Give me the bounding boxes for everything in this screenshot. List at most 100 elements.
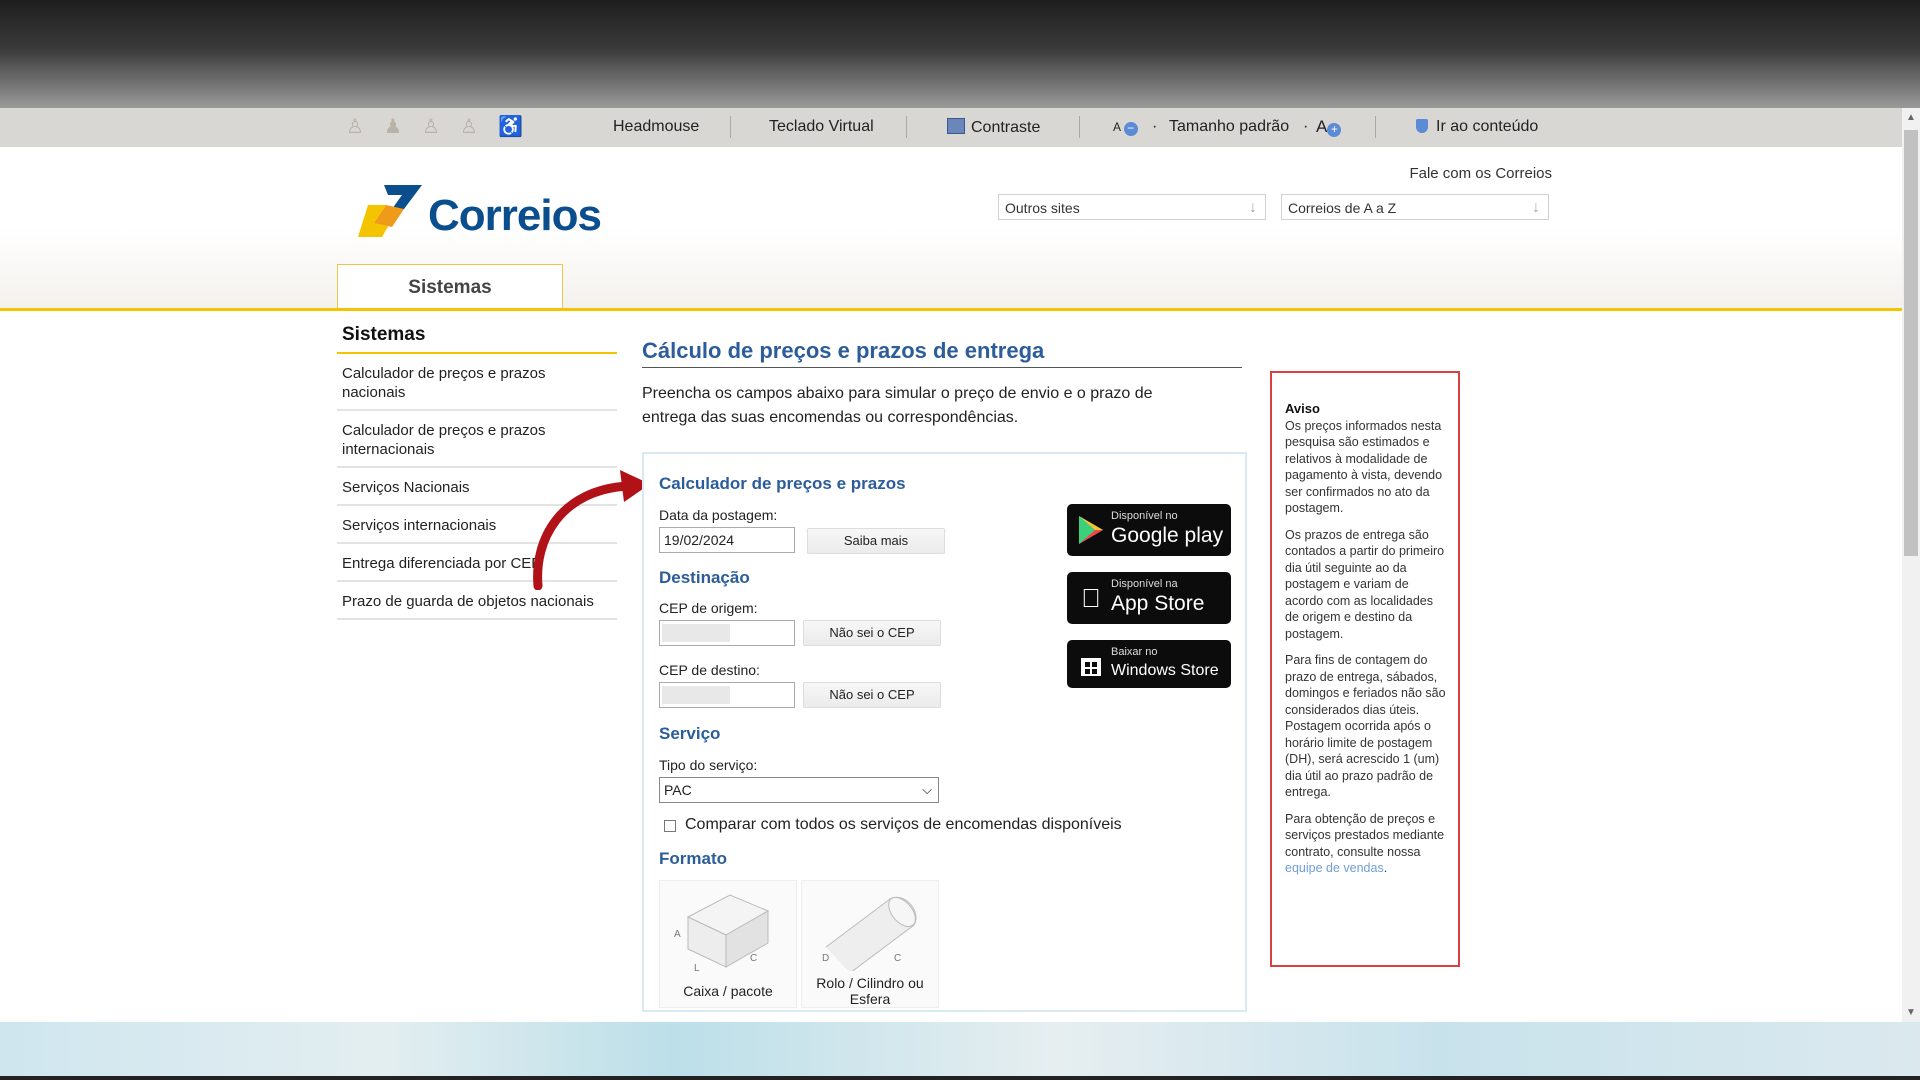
google-play-badge[interactable]: Disponível no Google play [1067, 504, 1231, 556]
svg-text:L: L [694, 963, 700, 971]
windows-store-icon [1081, 658, 1101, 676]
redacted-value [662, 686, 730, 704]
formato-caixa-label: Caixa / pacote [683, 983, 773, 999]
standing-person-icon: ♙ [460, 116, 478, 138]
aviso-paragraph: Os preços informados nesta pesquisa são … [1285, 418, 1443, 516]
tamanho-padrao-link[interactable]: Tamanho padrão [1169, 118, 1289, 136]
aviso-period: . [1383, 861, 1388, 875]
accessibility-icons: ♙ ♟ ♙ ♙ ♿ [346, 114, 523, 140]
separator [1375, 116, 1376, 138]
red-arrow-annotation [533, 470, 650, 590]
cep-destino-input[interactable] [659, 682, 795, 708]
tipo-servico-select[interactable]: PAC ⌵ [659, 777, 939, 803]
fale-com-os-correios-link[interactable]: Fale com os Correios [1409, 165, 1552, 182]
site-header: Correios Fale com os Correios Outros sit… [0, 147, 1902, 310]
bottom-background-strip [0, 1022, 1920, 1080]
aviso-panel: Aviso Os preços informados nesta pesquis… [1270, 371, 1460, 967]
arrow-down-icon: ↓ [1532, 199, 1540, 216]
correios-a-z-label: Correios de A a Z [1288, 200, 1397, 216]
minus-circle-icon: − [1123, 122, 1138, 136]
cep-destino-label: CEP de destino: [659, 662, 760, 678]
cylinder-icon: D C [822, 896, 917, 974]
main-content: Cálculo de preços e prazos de entrega Pr… [642, 338, 1242, 430]
svg-text:C: C [894, 953, 901, 964]
formato-caixa-option[interactable]: A L C Caixa / pacote [659, 880, 797, 1008]
calculator-title: Calculador de preços e prazos [659, 474, 906, 493]
separator [906, 116, 907, 138]
font-decrease-button[interactable]: A − [1113, 120, 1138, 136]
nao-sei-cep-destino-button[interactable]: Não sei o CEP [803, 682, 941, 708]
plus-circle-icon: + [1327, 123, 1342, 137]
aviso-title: Aviso [1285, 401, 1320, 416]
data-postagem-label: Data da postagem: [659, 507, 778, 523]
contraste-label: Contraste [971, 119, 1041, 136]
app-store-badge[interactable]:  Disponível na App Store [1067, 572, 1231, 624]
aviso-contract-text: Para obtenção de preços e serviços prest… [1285, 811, 1445, 859]
data-postagem-input[interactable]: 19/02/2024 [659, 527, 795, 553]
box-icon: A L C [674, 894, 770, 974]
sidebar-item-calculador-internacionais[interactable]: Calculador de preços e prazos internacio… [337, 411, 617, 468]
contrast-icon [947, 118, 965, 134]
font-increase-button[interactable]: A + [1316, 117, 1342, 137]
page-intro: Preencha os campos abaixo para simular o… [642, 385, 1153, 426]
outros-sites-label: Outros sites [1005, 200, 1080, 216]
nao-sei-cep-origem-button[interactable]: Não sei o CEP [803, 620, 941, 646]
google-play-icon [1079, 516, 1103, 544]
svg-text:C: C [750, 953, 757, 964]
outros-sites-select[interactable]: Outros sites ↓ [998, 194, 1266, 220]
font-large-label: A [1316, 117, 1328, 136]
bullet-separator: · [1303, 118, 1309, 135]
chevron-down-icon: ⌵ [922, 782, 932, 797]
aviso-paragraph: Para fins de contagem do prazo de entreg… [1285, 653, 1446, 799]
contraste-link[interactable]: Contraste [947, 118, 1040, 137]
ir-ao-conteudo-label: Ir ao conteúdo [1436, 118, 1539, 135]
google-play-big-text: Google play [1111, 524, 1224, 547]
windows-store-badge[interactable]: Baixar no Windows Store [1067, 640, 1231, 688]
font-small-label: A [1113, 120, 1121, 134]
svg-text:A: A [674, 929, 681, 940]
google-play-small-text: Disponível no [1111, 510, 1178, 522]
tipo-servico-label: Tipo do serviço: [659, 757, 758, 773]
apple-icon:  [1075, 582, 1107, 614]
cep-origem-input[interactable] [659, 620, 795, 646]
destinacao-heading: Destinação [659, 568, 750, 587]
aviso-paragraph: Os prazos de entrega são contados a part… [1285, 527, 1445, 641]
teclado-virtual-link[interactable]: Teclado Virtual [769, 118, 874, 136]
header-divider [0, 308, 1902, 311]
shield-icon [1416, 119, 1428, 133]
scroll-down-icon[interactable]: ▼ [1902, 1007, 1920, 1018]
bottom-dark-edge [0, 1076, 1920, 1080]
aviso-paragraph: Para obtenção de preços e serviços prest… [1285, 811, 1446, 877]
comparar-checkbox[interactable] [664, 820, 676, 832]
formato-heading: Formato [659, 849, 727, 868]
ir-ao-conteudo-link[interactable]: Ir ao conteúdo [1416, 118, 1538, 136]
separator [730, 116, 731, 138]
saiba-mais-button[interactable]: Saiba mais [807, 528, 945, 554]
headmouse-link[interactable]: Headmouse [613, 118, 699, 136]
bullet-separator: · [1152, 118, 1158, 135]
family-icon: ♙ [422, 116, 440, 138]
page-scrollbar[interactable]: ▲ ▼ [1902, 108, 1920, 1022]
comparar-label: Comparar com todos os serviços de encome… [685, 816, 1122, 833]
correios-logo[interactable]: Correios [354, 183, 614, 243]
scroll-up-icon[interactable]: ▲ [1902, 112, 1920, 123]
equipe-de-vendas-link[interactable]: equipe de vendas [1285, 861, 1384, 875]
correios-logo-icon [358, 185, 422, 237]
tab-sistemas[interactable]: Sistemas [337, 264, 563, 310]
sidebar-item-calculador-nacionais[interactable]: Calculador de preços e prazos nacionais [337, 354, 617, 411]
svg-text:D: D [822, 953, 829, 964]
person-icon: ♙ [346, 116, 364, 138]
formato-rolo-label: Rolo / Cilindro ou Esfera [816, 975, 924, 1007]
app-store-big-text: App Store [1111, 592, 1205, 615]
browser-top-dark-area [0, 0, 1920, 108]
scroll-thumb[interactable] [1904, 130, 1918, 556]
accessibility-bar: ♙ ♟ ♙ ♙ ♿ Headmouse Teclado Virtual Cont… [0, 108, 1902, 147]
walking-person-icon: ♟ [384, 116, 402, 138]
windows-store-big-text: Windows Store [1111, 662, 1219, 679]
page-title: Cálculo de preços e prazos de entrega [642, 338, 1242, 368]
windows-store-small-text: Baixar no [1111, 646, 1158, 658]
app-store-small-text: Disponível na [1111, 578, 1178, 590]
tipo-servico-value: PAC [664, 782, 692, 798]
correios-a-z-select[interactable]: Correios de A a Z ↓ [1281, 194, 1549, 220]
formato-rolo-option[interactable]: D C Rolo / Cilindro ou Esfera [801, 880, 939, 1008]
